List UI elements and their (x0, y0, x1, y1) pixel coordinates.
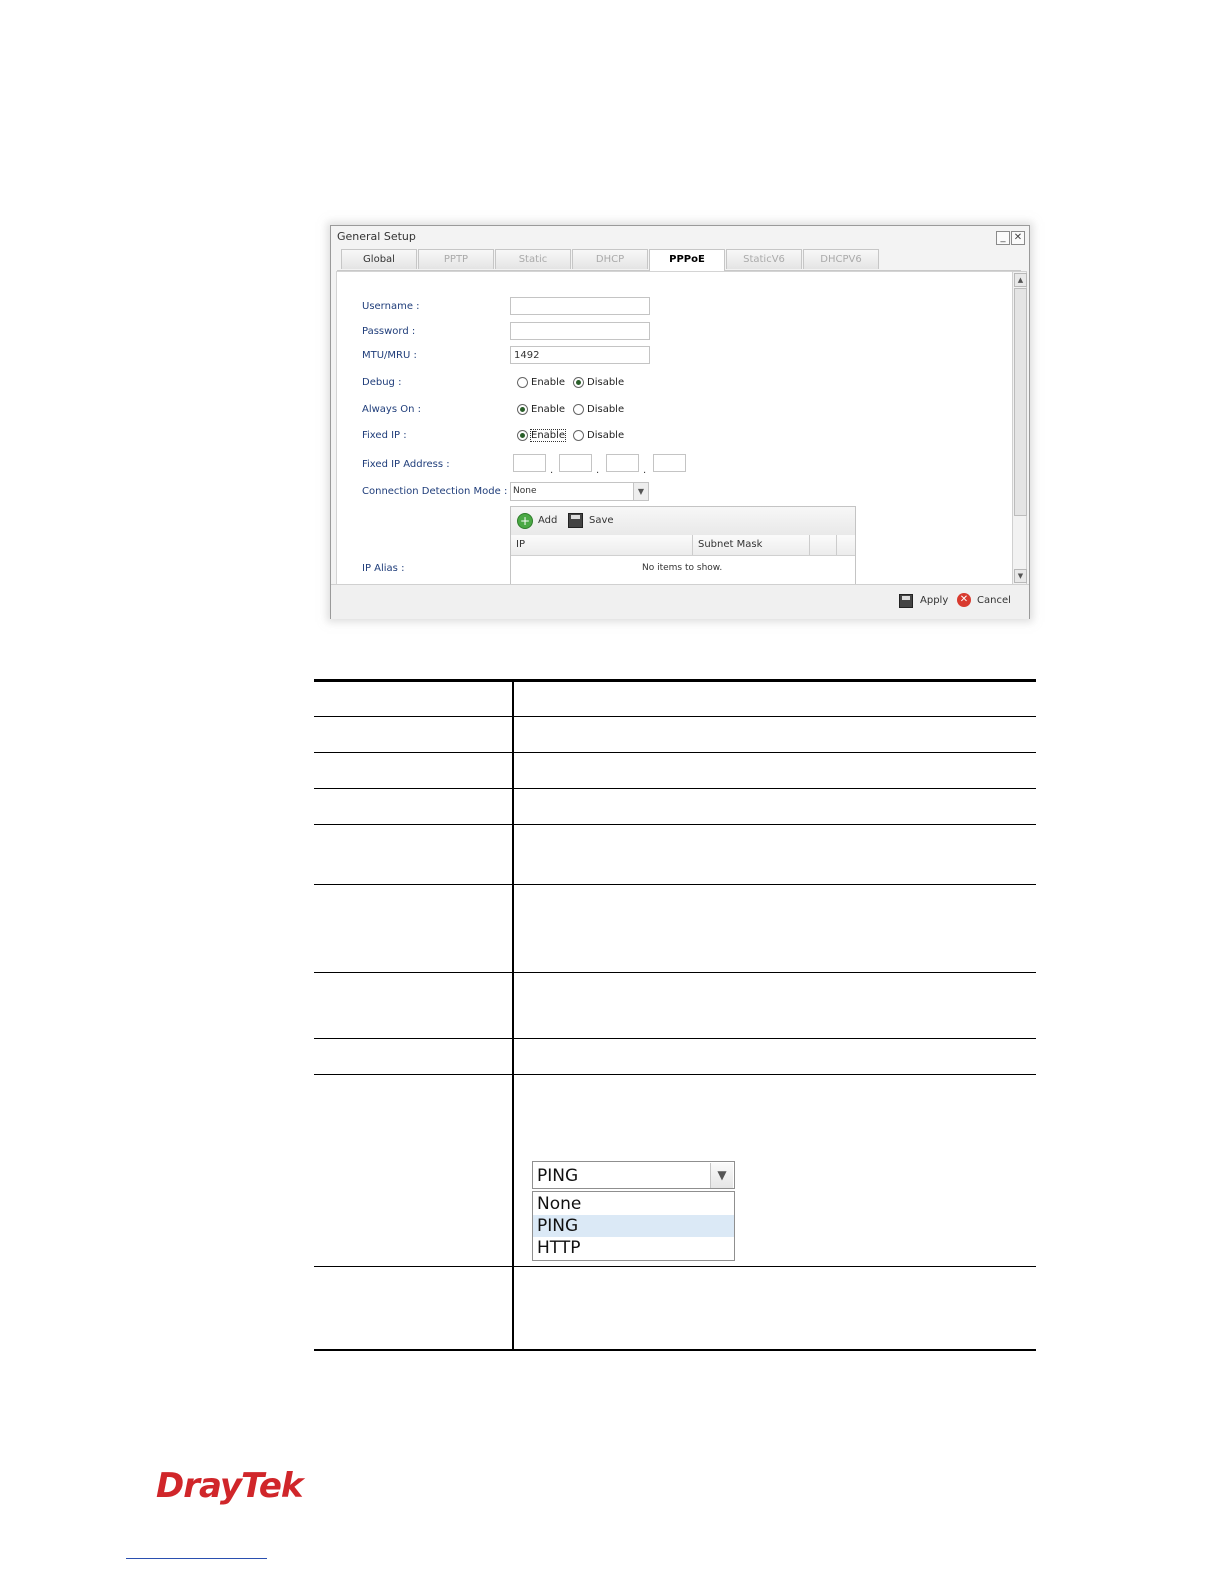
pppoe-form: Username : Password : MTU/MRU : 1492 Deb… (336, 271, 1013, 585)
tab-dhcpv6[interactable]: DHCPV6 (803, 249, 879, 269)
dropdown-option-none[interactable]: None (533, 1193, 734, 1215)
tab-pptp[interactable]: PPTP (418, 249, 494, 269)
mtu-label: MTU/MRU : (362, 350, 417, 361)
tab-pppoe[interactable]: PPPoE (649, 249, 725, 271)
connection-detection-label: Connection Detection Mode : (362, 486, 508, 497)
tab-static[interactable]: Static (495, 249, 571, 269)
tab-staticv6[interactable]: StaticV6 (726, 249, 802, 269)
ip-alias-grid: + Add Save IP Subnet Mask No items to sh… (510, 506, 856, 584)
ip-dot: . (550, 465, 554, 476)
vertical-scrollbar[interactable]: ▲ ▼ (1012, 271, 1027, 585)
connection-detection-select[interactable]: None ▼ (510, 482, 649, 501)
debug-label: Debug : (362, 377, 402, 388)
draytek-logo: DrayTek (156, 1466, 304, 1506)
debug-disable-label: Disable (587, 377, 625, 388)
tab-global[interactable]: Global (341, 249, 417, 269)
ip-octet-1[interactable] (513, 454, 546, 472)
add-icon[interactable]: + (517, 513, 533, 529)
ip-dot: . (596, 465, 600, 476)
apply-icon[interactable] (899, 594, 913, 608)
table-rule (314, 1038, 1036, 1039)
cancel-icon[interactable]: ✕ (957, 593, 971, 607)
dropdown-selected-value: PING (537, 1166, 579, 1186)
ip-octet-2[interactable] (559, 454, 592, 472)
ip-alias-label: IP Alias : (362, 563, 405, 574)
always-on-enable-radio[interactable] (517, 404, 528, 415)
table-rule (314, 788, 1036, 789)
minimize-button[interactable]: _ (996, 231, 1010, 245)
apply-button[interactable]: Apply (920, 595, 948, 606)
grid-empty-text: No items to show. (642, 563, 723, 573)
ip-octet-3[interactable] (606, 454, 639, 472)
detection-mode-dropdown[interactable]: PING ▼ None PING HTTP (532, 1161, 737, 1261)
debug-enable-radio[interactable] (517, 377, 528, 388)
table-rule (314, 752, 1036, 753)
dropdown-option-ping[interactable]: PING (533, 1215, 734, 1237)
fixed-ip-disable-radio[interactable] (573, 430, 584, 441)
table-rule (314, 884, 1036, 885)
cancel-button[interactable]: Cancel (977, 595, 1011, 606)
debug-disable-radio[interactable] (573, 377, 584, 388)
always-on-disable-label: Disable (587, 404, 625, 415)
always-on-disable-radio[interactable] (573, 404, 584, 415)
save-button[interactable]: Save (589, 515, 614, 526)
footer-link-line (126, 1558, 267, 1559)
table-rule (314, 972, 1036, 973)
username-field[interactable] (510, 297, 650, 315)
tab-dhcp[interactable]: DHCP (572, 249, 648, 269)
chevron-down-icon[interactable]: ▼ (633, 483, 648, 500)
fixed-ip-address-label: Fixed IP Address : (362, 459, 450, 470)
username-label: Username : (362, 301, 420, 312)
fixed-ip-enable-radio[interactable] (517, 430, 528, 441)
save-icon[interactable] (568, 513, 583, 528)
col-ip[interactable]: IP (516, 539, 525, 550)
scroll-up-icon[interactable]: ▲ (1014, 273, 1027, 287)
connection-detection-value: None (513, 486, 537, 496)
close-icon[interactable]: ✕ (1011, 231, 1025, 245)
password-label: Password : (362, 326, 416, 337)
dialog-title: General Setup (337, 230, 416, 243)
dropdown-option-http[interactable]: HTTP (533, 1237, 734, 1259)
add-button[interactable]: Add (538, 515, 557, 526)
scroll-thumb[interactable] (1014, 288, 1027, 516)
fixed-ip-label: Fixed IP : (362, 430, 407, 441)
table-rule (314, 1074, 1036, 1075)
table-rule (314, 824, 1036, 825)
fixed-ip-disable-label: Disable (587, 430, 625, 441)
dropdown-list: None PING HTTP (532, 1191, 735, 1261)
dialog-footer: Apply ✕ Cancel (331, 584, 1029, 619)
ip-octet-4[interactable] (653, 454, 686, 472)
chevron-down-icon[interactable]: ▼ (710, 1163, 733, 1188)
table-rule (314, 716, 1036, 717)
grid-header: IP Subnet Mask (511, 535, 855, 556)
table-rule (314, 1349, 1036, 1351)
table-rule (314, 679, 1036, 682)
general-setup-dialog: General Setup _ ✕ Global PPTP Static DHC… (330, 225, 1030, 619)
always-on-label: Always On : (362, 404, 421, 415)
grid-toolbar: + Add Save (511, 507, 855, 536)
table-rule (314, 1266, 1036, 1267)
password-field[interactable] (510, 322, 650, 340)
ip-dot: . (643, 465, 647, 476)
mtu-field[interactable]: 1492 (510, 346, 650, 364)
col-subnet-mask[interactable]: Subnet Mask (698, 539, 762, 550)
debug-enable-label: Enable (531, 377, 566, 388)
fixed-ip-enable-label: Enable (529, 429, 567, 442)
dropdown-selected[interactable]: PING ▼ (532, 1161, 735, 1189)
scroll-down-icon[interactable]: ▼ (1014, 569, 1027, 583)
tab-bar: Global PPTP Static DHCP PPPoE StaticV6 D… (337, 249, 1021, 271)
always-on-enable-label: Enable (531, 404, 566, 415)
table-column-divider (512, 679, 514, 1351)
